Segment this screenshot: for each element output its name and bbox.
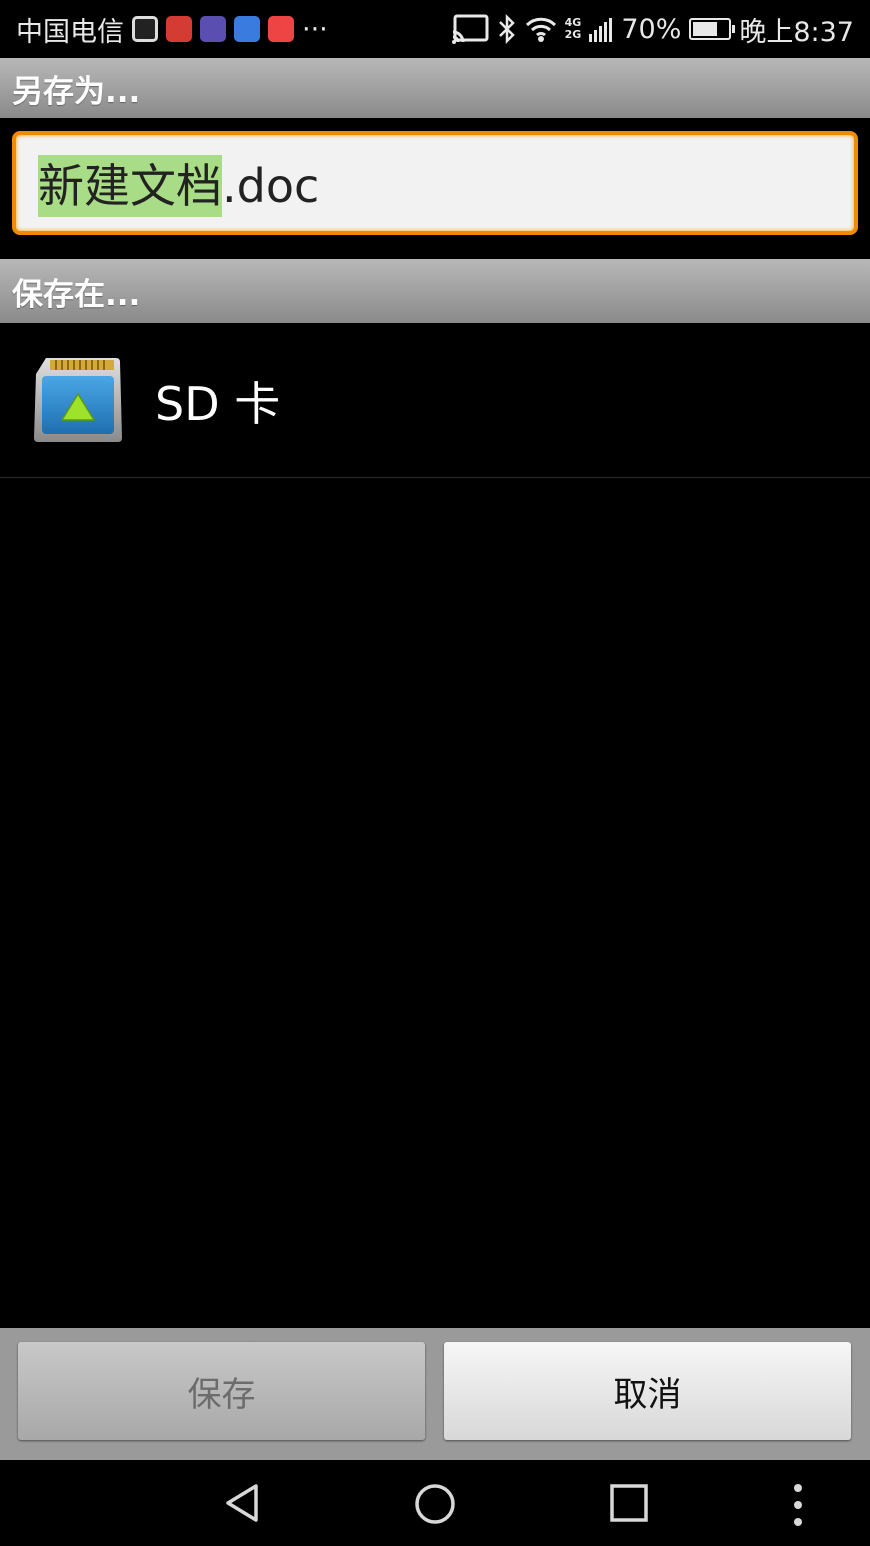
home-icon[interactable] <box>413 1482 457 1526</box>
location-item-sd-card[interactable]: SD 卡 <box>0 324 870 478</box>
map-notification-icon <box>268 16 294 42</box>
save-button-label: 保存 <box>187 1374 256 1415</box>
filename-text[interactable]: 新建文档.doc <box>38 150 319 217</box>
video-notification-icon <box>200 16 226 42</box>
filename-extension[interactable]: .doc <box>222 159 319 213</box>
more-notifications-indicator: ··· <box>302 13 328 45</box>
save-as-title: 另存为... <box>12 73 141 110</box>
save-in-title: 保存在... <box>12 276 141 313</box>
location-label-sd-card: SD 卡 <box>155 376 281 431</box>
signal-icon <box>589 18 613 42</box>
status-bar: 中国电信 ··· 4G 2G 70% 晚上8:37 <box>0 0 870 58</box>
back-icon[interactable] <box>222 1482 262 1524</box>
clock: 晚上8:37 <box>739 16 854 48</box>
battery-level-fill <box>693 22 718 36</box>
network-type-indicator: 4G 2G <box>565 17 582 41</box>
navigation-bar <box>0 1460 870 1546</box>
sd-card-icon <box>34 358 122 442</box>
filename-input[interactable]: 新建文档.doc <box>12 131 858 235</box>
save-as-header: 另存为... <box>0 58 870 118</box>
save-button[interactable]: 保存 <box>18 1342 425 1440</box>
bluetooth-icon <box>498 14 515 44</box>
status-bar-right: 4G 2G 70% 晚上8:37 <box>451 10 854 49</box>
wifi-icon <box>525 17 556 42</box>
cancel-button-label: 取消 <box>613 1374 682 1415</box>
status-bar-left: 中国电信 ··· <box>16 10 328 49</box>
screenshot-notification-icon <box>132 16 158 42</box>
dialog-button-bar: 保存 取消 <box>0 1328 870 1460</box>
battery-percent: 70% <box>621 13 682 45</box>
baidu-notification-icon <box>234 16 260 42</box>
toutiao-notification-icon <box>166 16 192 42</box>
recents-icon[interactable] <box>608 1482 650 1524</box>
menu-icon[interactable] <box>788 1482 808 1528</box>
save-in-header: 保存在... <box>0 259 870 323</box>
filename-selected-text[interactable]: 新建文档 <box>38 155 222 217</box>
battery-icon <box>689 18 736 40</box>
screen-cast-icon <box>451 14 489 44</box>
cancel-button[interactable]: 取消 <box>444 1342 851 1440</box>
network-type-bottom: 2G <box>564 28 582 41</box>
carrier-name: 中国电信 <box>16 16 124 48</box>
